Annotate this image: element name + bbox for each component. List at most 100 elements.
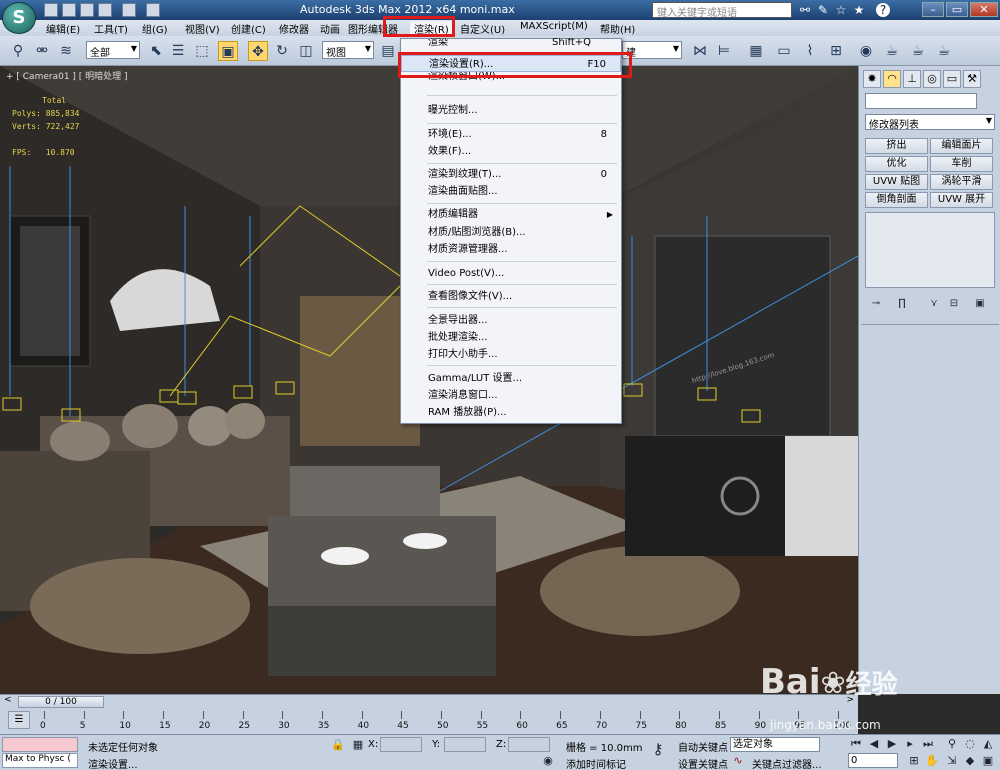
add-time-tag-icon[interactable]: ◉: [540, 753, 556, 769]
previous-frame-icon[interactable]: ◀: [866, 736, 882, 752]
motion-tab-icon[interactable]: ◎: [923, 70, 941, 88]
minimize-button[interactable]: –: [922, 2, 944, 17]
reference-coordinate-dropdown[interactable]: 视图 ▼: [322, 41, 374, 59]
maximize-viewport-icon[interactable]: ▣: [980, 753, 996, 769]
modifier-unwrap-uvw-button[interactable]: UVW 展开: [930, 192, 993, 208]
pivot-center-icon[interactable]: ▤: [378, 41, 398, 61]
select-link-icon[interactable]: ⚲: [8, 41, 28, 61]
modifier-uvw-map-button[interactable]: UVW 贴图: [865, 174, 928, 190]
close-button[interactable]: ✕: [970, 2, 998, 17]
curve-editor-mini-icon[interactable]: ☰: [8, 711, 30, 729]
menu-item-panorama-exporter[interactable]: 全景导出器...: [401, 312, 621, 329]
menu-view[interactable]: 视图(V): [185, 21, 220, 36]
remove-modifier-icon[interactable]: ⊟: [945, 296, 963, 312]
menu-animation[interactable]: 动画: [320, 21, 340, 36]
binoculars-icon[interactable]: ⚯: [798, 3, 812, 17]
modifier-turbosmooth-button[interactable]: 涡轮平滑: [930, 174, 993, 190]
field-of-view-icon[interactable]: ◭: [980, 736, 996, 752]
menu-item-video-post[interactable]: Video Post(V)...: [401, 265, 621, 282]
go-to-start-icon[interactable]: ⏮: [848, 736, 864, 752]
undo-icon[interactable]: [98, 3, 112, 17]
render-setup-icon[interactable]: ☕: [882, 41, 902, 61]
configure-modifier-sets-icon[interactable]: ▣: [971, 296, 989, 312]
modifier-stack-list[interactable]: [865, 212, 995, 288]
display-tab-icon[interactable]: ▭: [943, 70, 961, 88]
zoom-icon[interactable]: ⚲: [944, 736, 960, 752]
play-icon[interactable]: ▶: [884, 736, 900, 752]
make-unique-icon[interactable]: ⋎: [925, 296, 943, 312]
dolly-icon[interactable]: ◆: [962, 753, 978, 769]
menu-maxscript[interactable]: MAXScript(M): [520, 21, 588, 32]
time-slider-thumb[interactable]: 0 / 100: [18, 696, 104, 708]
menu-item-gamma-lut-setup[interactable]: Gamma/LUT 设置...: [401, 370, 621, 387]
menu-item-print-size-assistant[interactable]: 打印大小助手...: [401, 346, 621, 363]
menu-edit[interactable]: 编辑(E): [46, 21, 80, 36]
material-editor-icon[interactable]: ◉: [856, 41, 876, 61]
schematic-view-icon[interactable]: ⊞: [826, 41, 846, 61]
modifier-edit-patch-button[interactable]: 编辑面片: [930, 138, 993, 154]
menu-item-material-explorer[interactable]: 材质资源管理器...: [401, 241, 621, 258]
show-end-result-icon[interactable]: ∏: [893, 296, 911, 312]
object-name-field[interactable]: [865, 93, 977, 109]
lock-selection-icon[interactable]: 🔒: [330, 737, 346, 753]
redo-icon[interactable]: [122, 3, 136, 17]
hierarchy-tab-icon[interactable]: ⊥: [903, 70, 921, 88]
key-curve-icon[interactable]: ∿: [730, 753, 746, 769]
selection-filter-dropdown[interactable]: 全部 ▼: [86, 41, 140, 59]
pan-icon[interactable]: ✋: [924, 753, 940, 769]
menu-item-material-map-browser[interactable]: 材质/贴图浏览器(B)...: [401, 224, 621, 241]
menu-item-render[interactable]: 渲染 Shift+Q: [401, 38, 621, 50]
time-prev-icon[interactable]: <: [4, 695, 12, 705]
layer-manager-icon[interactable]: ▦: [746, 41, 766, 61]
next-frame-icon[interactable]: ▸: [902, 736, 918, 752]
set-key-button[interactable]: 设置关键点: [678, 756, 728, 770]
window-crossing-icon[interactable]: ▣: [218, 41, 238, 61]
menu-item-render-message-window[interactable]: 渲染消息窗口...: [401, 387, 621, 404]
curve-editor-icon[interactable]: ⌇: [800, 41, 820, 61]
modify-tab-icon[interactable]: ◠: [883, 70, 901, 88]
new-file-icon[interactable]: [44, 3, 58, 17]
ribbon-icon[interactable]: ▭: [774, 41, 794, 61]
maxscript-listener-input[interactable]: [2, 737, 78, 752]
menu-item-view-image-file[interactable]: 查看图像文件(V)...: [401, 288, 621, 305]
menu-create[interactable]: 创建(C): [231, 21, 266, 36]
align-icon[interactable]: ⊨: [714, 41, 734, 61]
bind-space-warp-icon[interactable]: ≋: [56, 41, 76, 61]
search-input[interactable]: 键入关键字或短语: [652, 2, 792, 19]
select-and-rotate-icon[interactable]: ↻: [272, 41, 292, 61]
modifier-optimize-button[interactable]: 优化: [865, 156, 928, 172]
select-and-scale-icon[interactable]: ◫: [296, 41, 316, 61]
maxscript-listener-output[interactable]: Max to Physc (: [2, 753, 78, 768]
rendered-frame-window-icon[interactable]: ☕: [908, 41, 928, 61]
menu-item-material-editor[interactable]: 材质编辑器 ▶: [401, 206, 621, 223]
trackbar[interactable]: ☰ 0 5 10 15 20 25 30 35 40 45 50 55 60 65 70 75 80 85 90 95…: [0, 708, 858, 734]
application-button[interactable]: S: [2, 2, 36, 34]
walk-through-icon[interactable]: ⇲: [944, 753, 960, 769]
go-to-end-icon[interactable]: ⏭: [920, 736, 936, 752]
menu-item-environment[interactable]: 环境(E)... 8: [401, 126, 621, 143]
select-object-icon[interactable]: ⬉: [146, 41, 166, 61]
menu-customize[interactable]: 自定义(U): [460, 21, 505, 36]
orbit-icon[interactable]: ◌: [962, 736, 978, 752]
star-icon[interactable]: ☆: [834, 3, 848, 17]
auto-key-button[interactable]: 自动关键点: [678, 739, 728, 754]
help-icon[interactable]: ?: [876, 3, 890, 17]
x-coordinate-field[interactable]: [380, 737, 422, 752]
mirror-icon[interactable]: ⋈: [690, 41, 710, 61]
key-target-dropdown[interactable]: 选定对象: [730, 737, 820, 752]
menu-group[interactable]: 组(G): [142, 21, 168, 36]
current-frame-field[interactable]: 0: [848, 753, 898, 768]
key-mode-icon[interactable]: ⚷: [650, 741, 666, 757]
save-file-icon[interactable]: [80, 3, 94, 17]
menu-item-exposure-control[interactable]: 曝光控制...: [401, 102, 621, 119]
menu-item-effects[interactable]: 效果(F)...: [401, 143, 621, 160]
create-tab-icon[interactable]: ✸: [863, 70, 881, 88]
rectangular-selection-icon[interactable]: ⬚: [192, 41, 212, 61]
pin-stack-icon[interactable]: ⊸: [867, 296, 885, 312]
modifier-extrude-button[interactable]: 挤出: [865, 138, 928, 154]
modifier-bevel-profile-button[interactable]: 倒角剖面: [865, 192, 928, 208]
quick-access-dropdown-icon[interactable]: [146, 3, 160, 17]
add-time-tag-button[interactable]: 添加时间标记: [566, 756, 626, 770]
menu-help[interactable]: 帮助(H): [600, 21, 635, 36]
unlink-icon[interactable]: ⚮: [32, 41, 52, 61]
